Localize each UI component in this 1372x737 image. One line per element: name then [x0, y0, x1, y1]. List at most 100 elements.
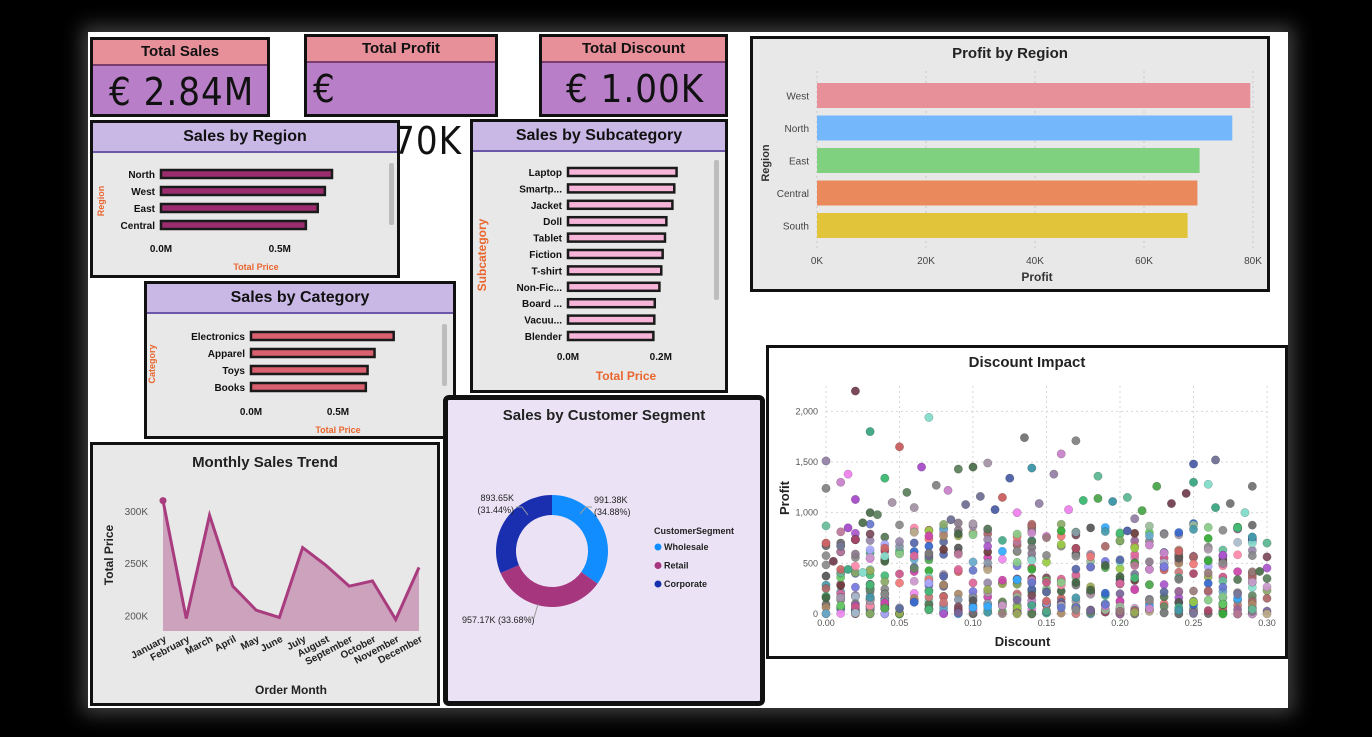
scatter-point: [865, 592, 875, 602]
sales-by-category-scrollbar[interactable]: [442, 324, 447, 386]
kpi-total-sales-label: Total Sales: [93, 40, 267, 66]
scatter-point: [858, 518, 868, 528]
scatter-point: [880, 603, 890, 613]
scatter-point: [953, 464, 963, 474]
scatter-point: [1144, 531, 1154, 541]
scatter-point: [1100, 588, 1110, 598]
sales-by-category-visual[interactable]: Sales by Category Electronics Apparel Toys…: [144, 281, 456, 439]
scatter-point: [836, 527, 846, 537]
category-label: Tablet: [533, 234, 562, 245]
scatter-point: [895, 578, 904, 588]
scatter-point: [1189, 609, 1198, 619]
scatter-point: [836, 593, 846, 603]
scatter-point: [924, 605, 934, 615]
kpi-total-sales[interactable]: Total Sales € 2.84M: [90, 37, 270, 117]
customer-segment-visual[interactable]: Sales by Customer Segment 991.38K (34.88%…: [443, 395, 765, 706]
data-label: 991.38K: [594, 495, 628, 505]
kpi-total-discount[interactable]: Total Discount € 1.00K: [539, 34, 728, 117]
scatter-point: [850, 608, 860, 618]
scatter-point: [836, 609, 846, 619]
profit-by-region-visual[interactable]: Profit by Region 0K 20K 40K 60K 80K West North…: [750, 36, 1270, 292]
scatter-point: [1027, 578, 1037, 588]
scatter-point: [997, 601, 1007, 611]
category-label: Toys: [222, 366, 245, 377]
scatter-point: [1130, 514, 1140, 524]
legend-item: Retail: [664, 561, 689, 571]
scatter-point: [968, 578, 978, 588]
scatter-point: [850, 582, 860, 592]
scatter-point: [924, 548, 934, 558]
scatter-point: [1027, 591, 1037, 600]
scatter-point: [1144, 557, 1154, 567]
scatter-point: [961, 500, 971, 510]
scatter-point: [1093, 494, 1103, 503]
category-label: Non-Fic...: [516, 283, 562, 294]
scatter-point: [1262, 582, 1272, 592]
scatter-point: [1071, 543, 1081, 553]
scatter-point: [865, 545, 875, 555]
scatter-point: [983, 458, 993, 468]
scatter-point: [1203, 544, 1213, 554]
category-label: Board ...: [522, 299, 562, 310]
monthly-sales-trend-visual[interactable]: Monthly Sales Trend 200K 250K 300K January F…: [90, 442, 440, 706]
sales-by-subcategory-visual[interactable]: Sales by Subcategory Laptop Smartp... Jack…: [470, 119, 728, 393]
y-tick-label: 200K: [125, 611, 149, 622]
scatter-point: [1233, 589, 1243, 599]
scatter-point: [1130, 607, 1140, 617]
bar: [159, 202, 319, 214]
scatter-point: [1174, 586, 1184, 596]
scatter-point: [968, 462, 978, 472]
data-label-pct: (34.88%): [594, 507, 631, 517]
scatter-point: [1262, 552, 1272, 562]
bar: [249, 347, 376, 359]
category-label: Jacket: [531, 201, 563, 212]
scatter-point: [1056, 603, 1066, 613]
scatter-point: [895, 537, 904, 547]
scatter-point: [1115, 606, 1125, 616]
bar: [566, 232, 667, 243]
scatter-point: [1100, 527, 1110, 536]
dashboard-canvas: Total Sales € 2.84M Total Profit € 364.7…: [88, 32, 1288, 708]
scatter-point: [865, 580, 875, 590]
scatter-point: [880, 577, 890, 587]
scatter-point: [939, 520, 949, 529]
scatter-point: [1233, 567, 1243, 577]
scatter-point: [1247, 551, 1257, 561]
scatter-point: [997, 546, 1007, 556]
scatter-point: [983, 558, 993, 568]
scatter-point: [1247, 481, 1257, 491]
scatter-point: [821, 560, 831, 570]
scatter-point: [1159, 529, 1169, 539]
x-tick-label: 40K: [1026, 256, 1044, 267]
scatter-point: [1042, 607, 1051, 617]
scatter-point: [1247, 520, 1257, 530]
discount-impact-visual[interactable]: Discount Impact 0.00 0.05 0.10 0.15 0.20 0.25…: [766, 345, 1288, 659]
scatter-point: [1174, 574, 1184, 584]
y-tick-label: 0: [813, 609, 818, 619]
x-tick-label: 0.10: [964, 618, 982, 628]
scatter-point: [1086, 585, 1096, 595]
scatter-point: [1255, 566, 1265, 576]
scatter-point: [1086, 523, 1096, 533]
scatter-point: [946, 515, 956, 525]
y-axis-label: Region: [760, 144, 772, 182]
scatter-point: [850, 549, 860, 559]
x-tick-label: 0.20: [1111, 618, 1129, 628]
scatter-point: [1218, 558, 1228, 568]
scatter-point: [1042, 550, 1051, 560]
scatter-point: [895, 569, 904, 579]
kpi-total-profit[interactable]: Total Profit € 364.70K: [304, 34, 498, 163]
scatter-point: [909, 597, 919, 607]
y-axis-label: Subcategory: [475, 218, 489, 291]
scatter-point: [1144, 564, 1154, 574]
sales-by-region-visual[interactable]: Sales by Region North West East Central 0.0M…: [90, 120, 400, 278]
scatter-point: [983, 541, 993, 551]
scatter-point: [968, 530, 978, 540]
sales-by-region-scrollbar[interactable]: [389, 163, 394, 225]
scatter-point: [1071, 605, 1081, 615]
scatter-point: [1034, 499, 1044, 508]
scatter-point: [1144, 580, 1154, 590]
sales-by-region-chart: North West East Central 0.0M 0.5M Total Price R…: [96, 168, 334, 272]
scatter-point: [1233, 609, 1243, 619]
sales-by-subcategory-scrollbar[interactable]: [714, 160, 719, 300]
